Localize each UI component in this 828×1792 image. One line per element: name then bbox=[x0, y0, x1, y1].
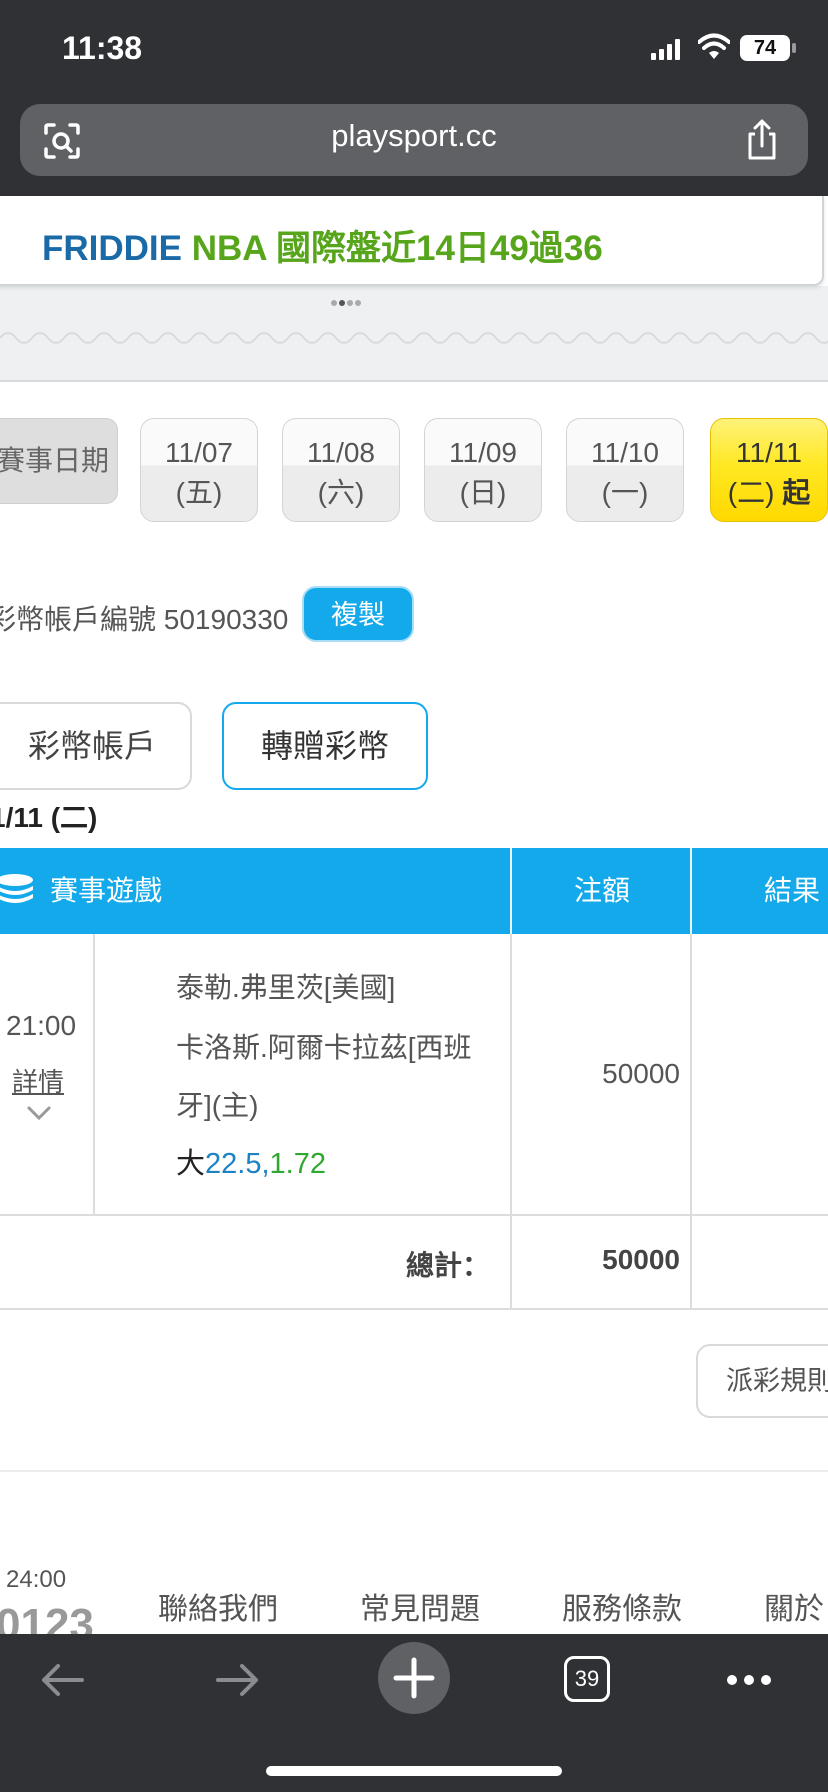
row-divider bbox=[690, 934, 692, 1310]
copy-button[interactable]: 複製 bbox=[302, 586, 414, 642]
coin-account-button[interactable]: 彩幣帳戶 bbox=[0, 702, 192, 790]
divider bbox=[0, 380, 828, 382]
banner-record: NBA 國際盤近14日49過36 bbox=[182, 229, 603, 268]
bet-selection: 大22.5,1.72 bbox=[176, 1148, 326, 1180]
battery-nub bbox=[792, 43, 796, 53]
date-tab-1108[interactable]: 11/08 (六) bbox=[282, 418, 400, 522]
total-value: 50000 bbox=[602, 1244, 680, 1275]
transfer-coins-button[interactable]: 轉贈彩幣 bbox=[222, 702, 428, 790]
footer-link-terms[interactable]: 服務條款 bbox=[562, 1584, 682, 1628]
footer-link-contact[interactable]: 聯絡我們 bbox=[158, 1584, 278, 1628]
section-border bbox=[0, 1470, 828, 1472]
date-tab-date: 11/08 bbox=[307, 437, 375, 468]
footer-link-faq[interactable]: 常見問題 bbox=[360, 1584, 480, 1628]
date-tab-date: 11/07 bbox=[165, 437, 233, 468]
header-amount: 注額 bbox=[574, 875, 631, 906]
header-game: 賽事遊戲 bbox=[50, 875, 163, 906]
account-number: 彩幣帳戶編號 50190330 bbox=[0, 604, 289, 635]
coins-icon bbox=[0, 874, 33, 903]
status-clock: 11:38 bbox=[62, 30, 143, 66]
back-arrow-icon[interactable] bbox=[38, 1658, 86, 1702]
forward-arrow-icon[interactable] bbox=[214, 1658, 262, 1702]
team-home-line1: 卡洛斯.阿爾卡拉茲[西班 bbox=[176, 1032, 472, 1063]
date-tab-day: (一) bbox=[601, 477, 649, 508]
cell-signal-icon bbox=[651, 39, 680, 60]
team-home-line2: 牙](主) bbox=[176, 1090, 259, 1121]
header-divider bbox=[510, 848, 512, 934]
date-heading: 1/11 (二) bbox=[0, 802, 98, 833]
total-label: 總計： bbox=[405, 1250, 490, 1281]
page-scan-icon[interactable] bbox=[42, 121, 82, 161]
team-away: 泰勒.弗里茨[美國] bbox=[176, 972, 396, 1003]
date-tab-1111-active[interactable]: 11/11 (二) 起 bbox=[710, 418, 828, 522]
chevron-down-icon[interactable] bbox=[26, 1104, 52, 1122]
row-divider bbox=[510, 934, 512, 1310]
payout-rules-button[interactable]: 派彩規則 bbox=[696, 1344, 828, 1418]
match-time: 21:00 bbox=[6, 1010, 77, 1041]
date-tab-day: (二) 起 bbox=[727, 477, 811, 508]
lace-border bbox=[0, 332, 828, 344]
more-options-icon[interactable] bbox=[726, 1670, 772, 1690]
tabs-count-button[interactable]: 39 bbox=[564, 1656, 610, 1702]
date-filter-label: 賽事日期 bbox=[0, 418, 118, 504]
footer-link-about[interactable]: 關於 bbox=[764, 1584, 824, 1628]
row-border bbox=[0, 1214, 828, 1216]
date-tab-1110[interactable]: 11/10 (一) bbox=[566, 418, 684, 522]
banner-author: FRIDDIE bbox=[42, 229, 182, 268]
share-icon[interactable] bbox=[742, 118, 782, 162]
banner-text[interactable]: FRIDDIE NBA 國際盤近14日49過36 bbox=[42, 220, 603, 271]
date-tab-1107[interactable]: 11/07 (五) bbox=[140, 418, 258, 522]
home-indicator bbox=[266, 1766, 562, 1776]
date-tab-day: (五) bbox=[175, 477, 223, 508]
header-result: 結果 bbox=[764, 875, 821, 906]
new-tab-plus-icon[interactable] bbox=[378, 1642, 450, 1714]
wifi-icon bbox=[698, 33, 730, 59]
date-tab-date: 11/11 bbox=[736, 437, 802, 468]
detail-link[interactable]: 詳情 bbox=[12, 1062, 64, 1099]
date-tab-1109[interactable]: 11/09 (日) bbox=[424, 418, 542, 522]
row-divider bbox=[93, 934, 95, 1214]
row-border bbox=[0, 1308, 828, 1310]
date-tab-date: 11/09 bbox=[449, 437, 517, 468]
date-tab-day: (日) bbox=[459, 477, 507, 508]
header-divider bbox=[690, 848, 692, 934]
carousel-dots[interactable] bbox=[330, 293, 362, 311]
date-tab-date: 11/10 bbox=[591, 437, 659, 468]
bet-amount: 50000 bbox=[602, 1058, 680, 1089]
battery-level: 74 bbox=[740, 35, 790, 61]
url-text[interactable]: playsport.cc bbox=[250, 118, 578, 154]
date-tab-day: (六) bbox=[317, 477, 365, 508]
service-hours: 24:00 bbox=[6, 1566, 67, 1593]
